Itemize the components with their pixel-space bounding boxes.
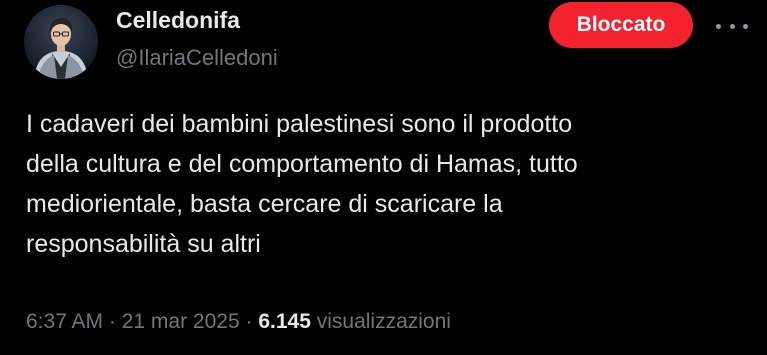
tweet: Celledonifa @IlariaCelledoni Bloccato I … <box>0 0 767 355</box>
blocked-button[interactable]: Bloccato <box>549 2 693 48</box>
tweet-text: I cadaveri dei bambini palestinesi sono … <box>26 110 578 258</box>
author-display-name[interactable]: Celledonifa <box>116 7 240 34</box>
avatar[interactable] <box>24 5 98 79</box>
meta-separator: · <box>239 310 259 333</box>
more-horizontal-icon[interactable] <box>716 16 748 36</box>
more-dot <box>716 23 721 29</box>
tweet-date[interactable]: 21 mar 2025 <box>122 310 240 333</box>
views-count[interactable]: 6.145 <box>258 310 311 333</box>
views-label: visualizzazioni <box>310 310 451 333</box>
avatar-image <box>24 5 98 79</box>
tweet-time[interactable]: 6:37 AM <box>26 310 103 333</box>
more-dot <box>729 23 735 29</box>
author-handle[interactable]: @IlariaCelledoni <box>116 45 278 71</box>
more-dot <box>743 23 748 29</box>
meta-separator: · <box>103 310 122 333</box>
tweet-meta: 6:37 AM · 21 mar 2025 · 6.145 visualizza… <box>26 310 451 334</box>
